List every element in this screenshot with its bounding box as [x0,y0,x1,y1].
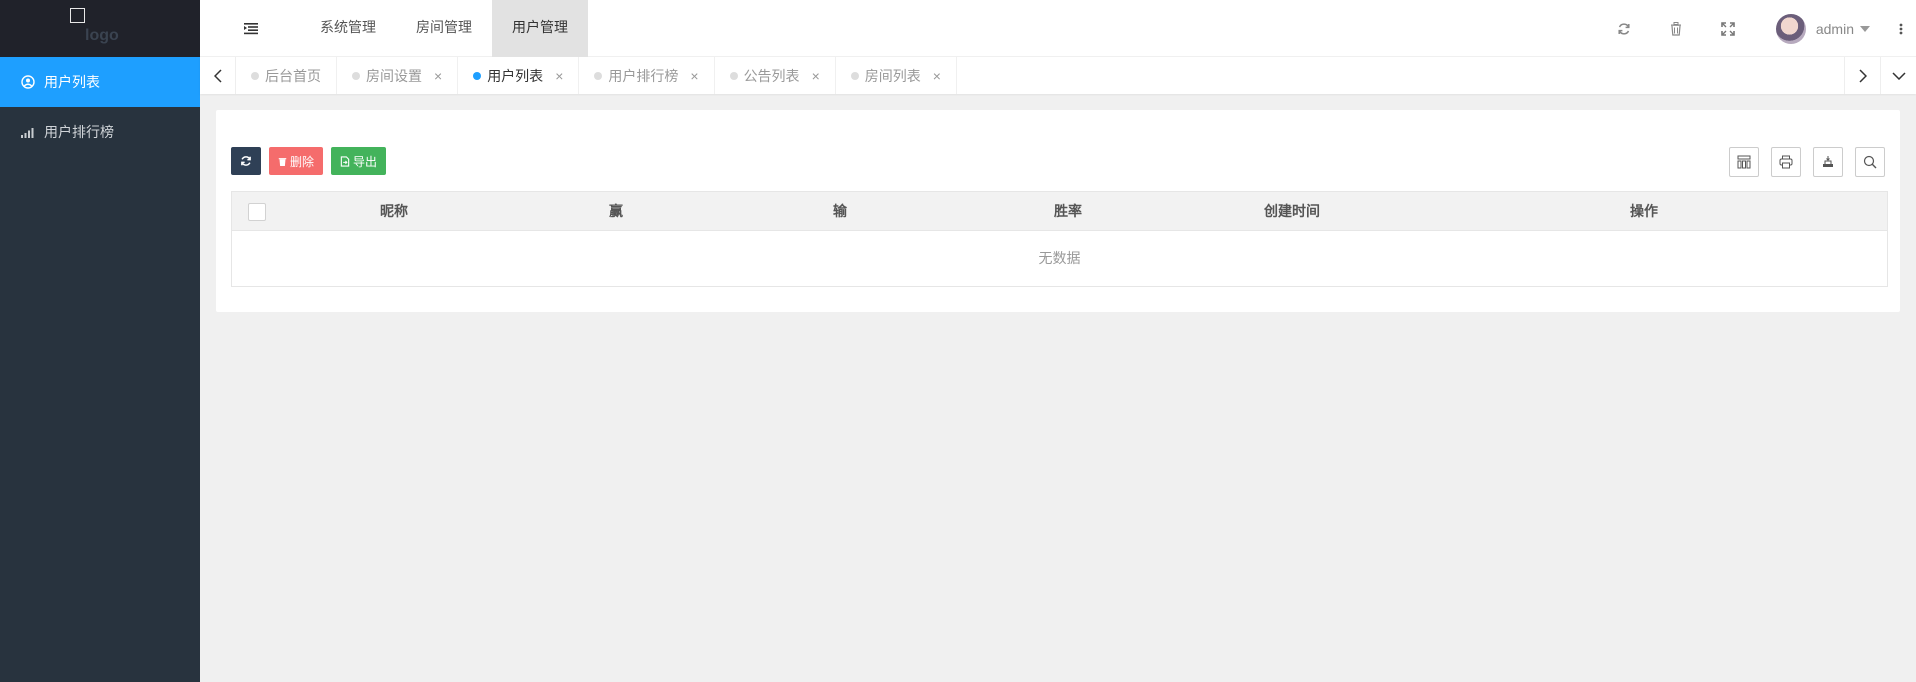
column-header-actions: 操作 [1630,203,1658,219]
trash-icon[interactable] [1650,0,1702,57]
table-toolbar: 删除 导出 [231,147,387,175]
tab-status-dot [850,71,859,80]
sidebar-item-label: 用户列表 [44,74,100,90]
page-tabs-bar: 后台首页 房间设置 × 用户列表 × 用户排行榜 × 公告列表 × 房间列表 × [200,57,1916,94]
tab-label: 用户排行榜 [608,67,679,84]
header-right-tools: admin [1598,0,1916,57]
tabs-scroll-right-icon[interactable] [1844,57,1880,94]
tabs-options-chevron-down-icon[interactable] [1880,57,1916,94]
nav-system-management[interactable]: 系统管理 [300,0,396,57]
close-icon[interactable]: × [434,68,442,84]
header-nav: 系统管理 房间管理 用户管理 [300,0,588,57]
tab-label: 后台首页 [265,67,321,84]
table-tools [1729,147,1885,177]
tab-user-ranking[interactable]: 用户排行榜 × [579,57,715,94]
sidebar-item-label: 用户排行榜 [44,124,114,140]
user-circle-icon [20,74,36,90]
table-empty-message: 无数据 [1038,250,1081,266]
tab-room-settings[interactable]: 房间设置 × [337,57,459,94]
content-card: 删除 导出 昵称 赢 输 胜率 创建时间 操作 无数据 [216,110,1900,312]
columns-filter-icon[interactable] [1729,147,1759,177]
tab-status-dot [352,71,360,80]
tab-status-dot [594,71,603,80]
tab-label: 公告列表 [743,67,800,84]
fullscreen-icon[interactable] [1702,0,1754,57]
tab-notice-list[interactable]: 公告列表 × [715,57,836,94]
tab-label: 房间设置 [366,67,422,84]
export-label: 导出 [353,154,378,169]
menu-toggle-icon[interactable] [243,20,259,36]
tab-status-dot [251,71,259,80]
tab-room-list[interactable]: 房间列表 × [836,57,957,94]
user-table: 昵称 赢 输 胜率 创建时间 操作 无数据 [231,191,1888,287]
tab-label: 房间列表 [864,67,921,84]
refresh-icon [241,156,251,166]
trash-icon [278,156,287,167]
tab-user-list[interactable]: 用户列表 × [458,57,580,94]
tab-dashboard[interactable]: 后台首页 [236,57,337,94]
file-export-icon [340,155,350,167]
column-header-nickname[interactable]: 昵称 [380,192,408,231]
close-icon[interactable]: × [555,68,563,84]
column-header-win-rate[interactable]: 胜率 [1054,192,1082,231]
table-header: 昵称 赢 输 胜率 创建时间 操作 [232,192,1887,231]
close-icon[interactable]: × [812,68,820,84]
sidebar-item-user-list[interactable]: 用户列表 [0,57,200,107]
select-all-checkbox[interactable] [248,203,266,221]
delete-label: 删除 [290,154,315,169]
tabs-scroll-left-icon[interactable] [200,57,236,94]
nav-room-management[interactable]: 房间管理 [396,0,492,57]
close-icon[interactable]: × [933,68,941,84]
column-header-losses[interactable]: 输 [833,192,847,231]
chevron-down-icon[interactable] [1860,25,1870,32]
tab-status-dot [473,71,482,80]
export-button[interactable]: 导出 [331,147,387,175]
sidebar: logo 用户列表 用户排行榜 [0,0,200,682]
column-header-wins[interactable]: 赢 [609,192,623,231]
refresh-button[interactable] [231,147,261,175]
search-icon[interactable] [1855,147,1885,177]
logo-image-placeholder [70,8,85,23]
logo-area: logo [0,0,200,57]
tab-label: 用户列表 [487,67,544,84]
logo-text: logo [85,27,119,44]
signal-bars-icon [20,124,36,140]
top-header: 系统管理 房间管理 用户管理 admin [200,0,1916,57]
refresh-icon[interactable] [1598,0,1650,57]
avatar[interactable] [1775,13,1806,44]
delete-button[interactable]: 删除 [269,147,324,175]
print-icon[interactable] [1771,147,1801,177]
column-header-created-time[interactable]: 创建时间 [1264,192,1320,231]
tab-status-dot [729,71,738,80]
nav-user-management[interactable]: 用户管理 [492,0,588,57]
export-data-icon[interactable] [1813,147,1843,177]
close-icon[interactable]: × [690,68,698,84]
user-name[interactable]: admin [1816,21,1854,37]
tab-list: 后台首页 房间设置 × 用户列表 × 用户排行榜 × 公告列表 × 房间列表 × [236,57,957,94]
sidebar-item-user-ranking[interactable]: 用户排行榜 [0,107,200,157]
more-vertical-icon[interactable] [1886,0,1916,57]
